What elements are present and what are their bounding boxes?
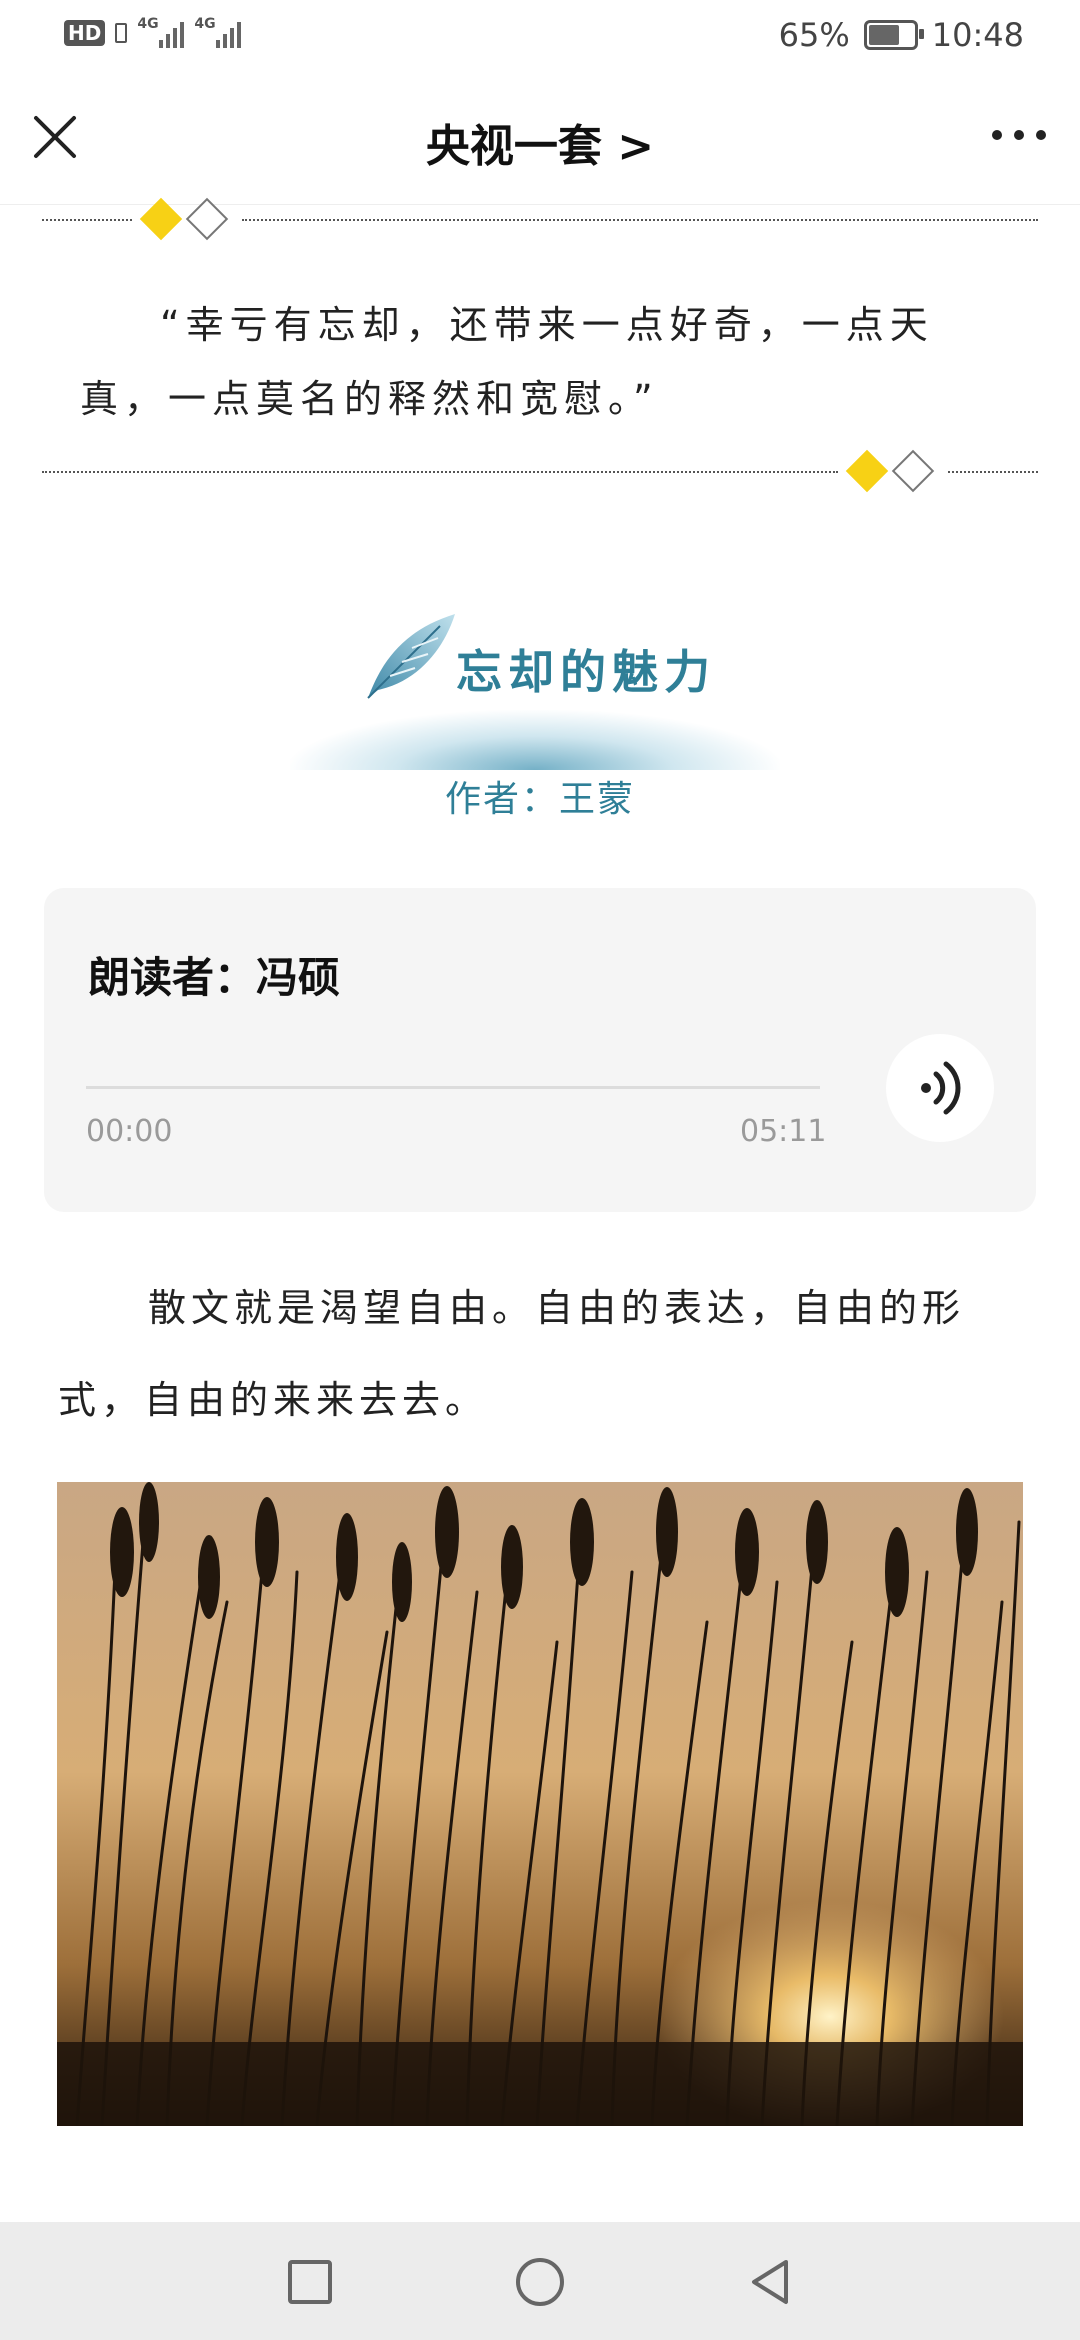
signal-icon: 4G [137, 16, 185, 48]
square-icon[interactable] [284, 2256, 336, 2308]
article-title: 忘却的魅力 [456, 645, 716, 699]
audio-progress-bar[interactable] [86, 1086, 820, 1089]
audio-player-card[interactable]: 朗读者：冯硕 00:00 05:11 [44, 888, 1036, 1212]
diamond-icon [845, 449, 889, 493]
network-type-label: 4G [137, 16, 159, 32]
more-icon[interactable] [992, 120, 1046, 150]
article-paragraph: 散文就是渴望自由。自由的表达，自由的形式，自由的来来去去。 [58, 1286, 966, 1422]
status-bar: HD 4G 4G 65% 10:48 [0, 0, 1080, 72]
account-title[interactable]: 央视一套 > [0, 110, 1080, 174]
clock: 10:48 [931, 16, 1024, 54]
decorative-divider [42, 197, 1038, 241]
play-button[interactable] [886, 1034, 994, 1142]
feather-icon [367, 614, 455, 699]
sim-icon [115, 23, 128, 43]
reader-label: 朗读者：冯硕 [88, 953, 341, 1002]
hd-badge: HD [64, 20, 106, 46]
article-title-block: 忘却的魅力 [0, 600, 1080, 770]
triangle-back-icon[interactable] [744, 2256, 796, 2308]
diamond-icon [891, 449, 935, 493]
decorative-divider [42, 449, 1038, 493]
battery-percent: 65% [778, 16, 850, 54]
reeds-sunset-image [57, 1482, 1023, 2126]
current-time: 00:00 [86, 1114, 173, 1149]
network-type-label: 4G [194, 16, 216, 32]
status-right: 65% 10:48 [779, 16, 1024, 54]
status-left: HD 4G 4G [64, 16, 242, 48]
title-glow [290, 710, 780, 770]
pull-quote: “幸亏有忘却，还带来一点好奇，一点天真，一点莫名的释然和宽慰。” [80, 303, 934, 421]
nav-bar: 央视一套 > [0, 72, 1080, 205]
system-nav-bar [0, 2222, 1080, 2340]
battery-icon [863, 20, 924, 50]
article-author: 作者：王蒙 [444, 779, 635, 820]
duration: 05:11 [740, 1114, 827, 1149]
circle-icon[interactable] [514, 2256, 566, 2308]
signal-icon: 4G [194, 16, 242, 48]
audio-wave-icon [921, 1061, 961, 1115]
